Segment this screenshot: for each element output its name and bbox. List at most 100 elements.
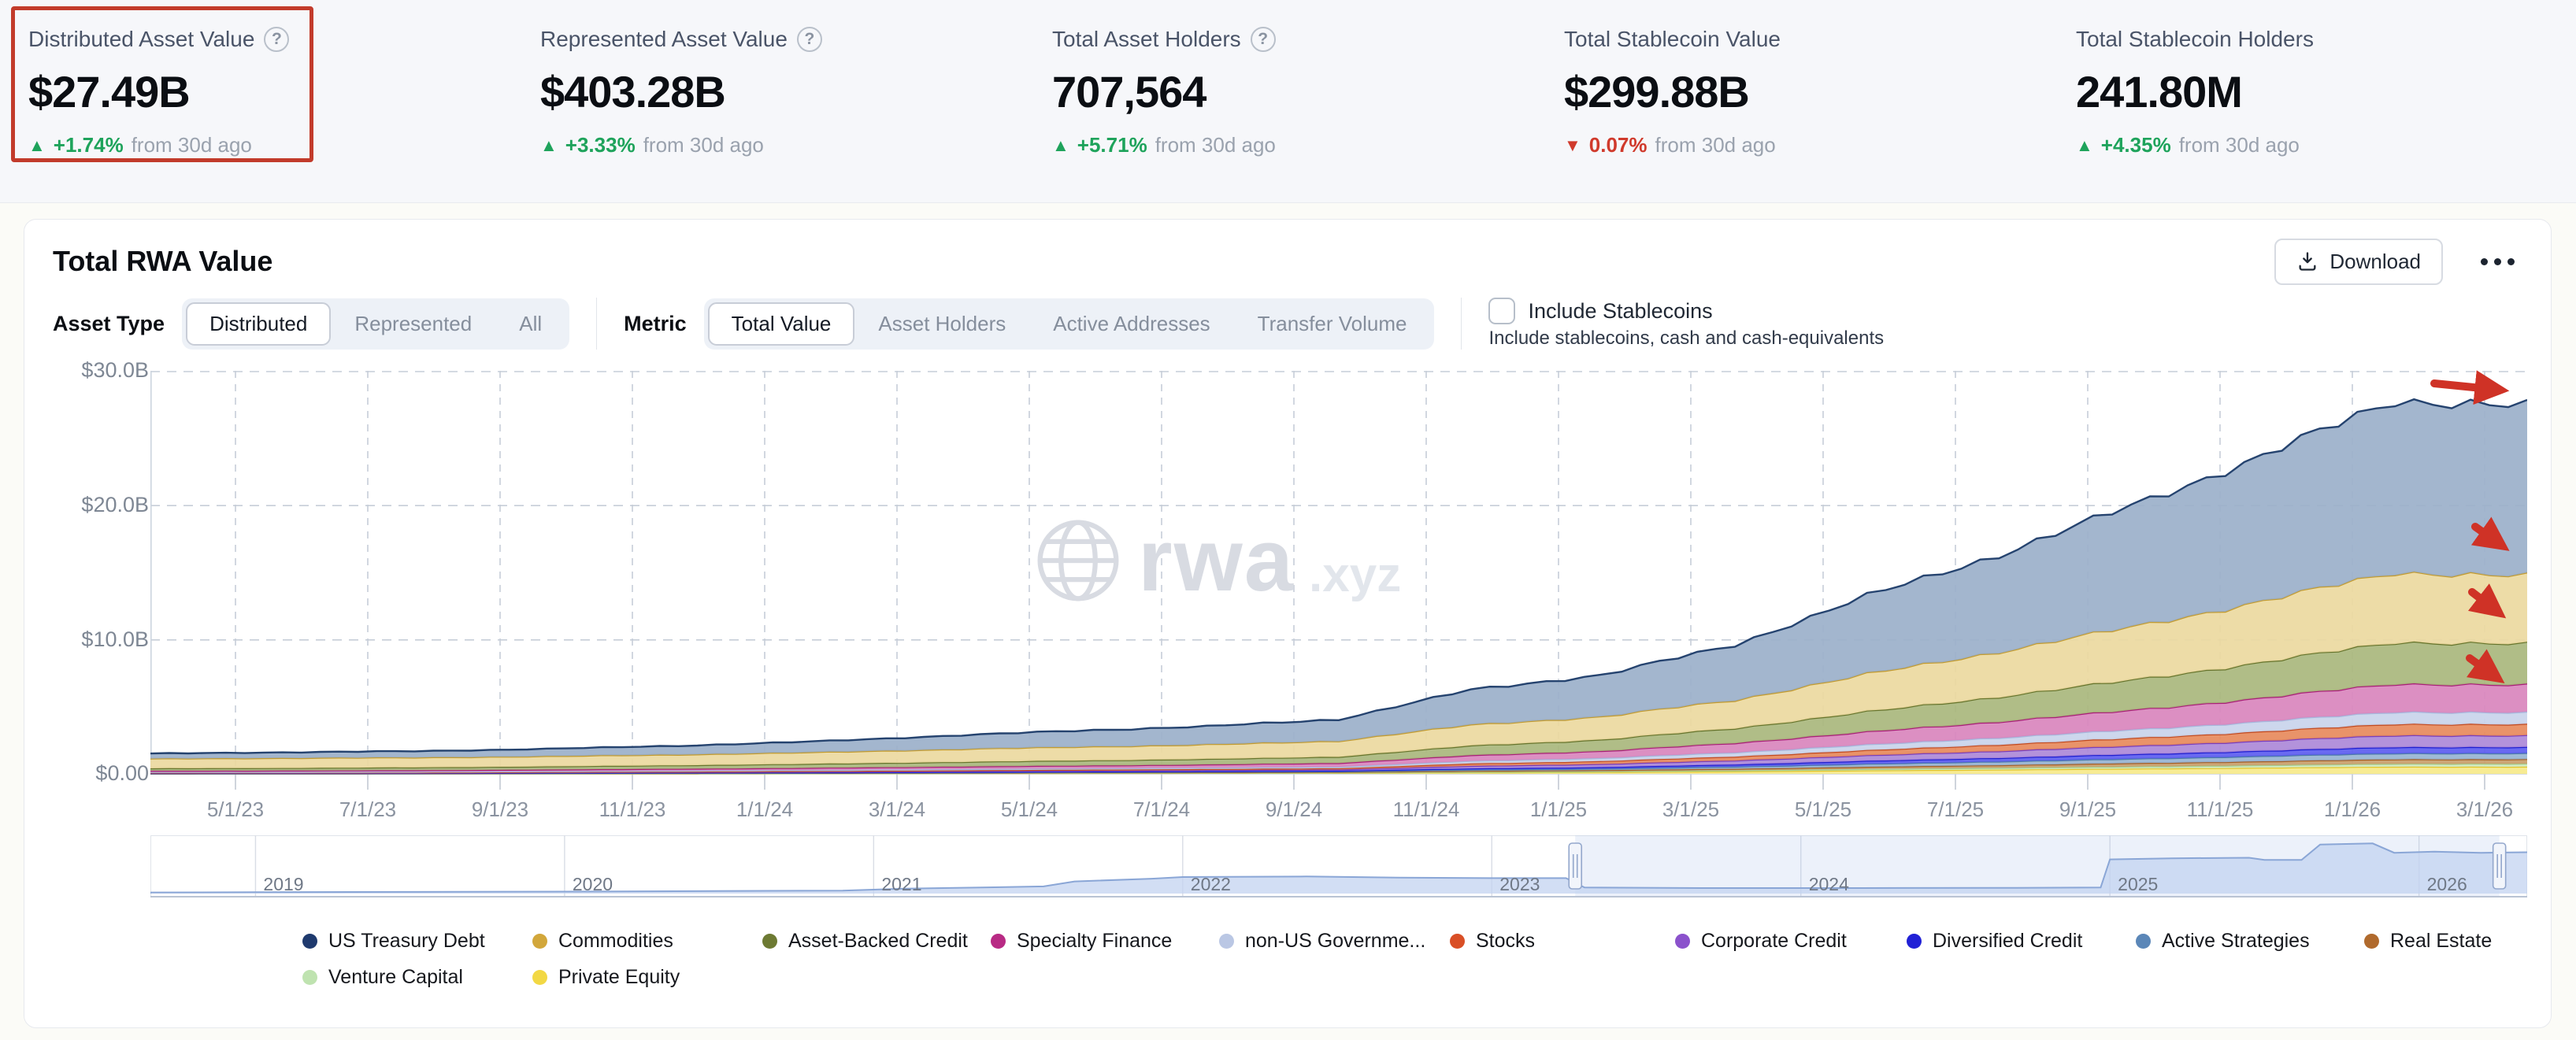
asset-type-option-represented[interactable]: Represented bbox=[331, 302, 495, 346]
legend-swatch bbox=[532, 934, 547, 949]
chart-title: Total RWA Value bbox=[53, 245, 272, 278]
stats-strip: Distributed Asset Value ? $27.49B ▲ +1.7… bbox=[0, 0, 2576, 203]
legend-label: Private Equity bbox=[558, 966, 680, 989]
legend-swatch bbox=[302, 970, 317, 985]
legend-label: Active Strategies bbox=[2162, 930, 2310, 953]
legend-swatch bbox=[302, 934, 317, 949]
legend-label: Specialty Finance bbox=[1017, 930, 1172, 953]
brush-year-label: 2019 bbox=[263, 874, 303, 894]
time-range-brush[interactable]: 20192020202120222023202420252026 bbox=[150, 835, 2527, 900]
x-axis-tick-label: 3/1/26 bbox=[2418, 798, 2552, 822]
brush-year-label: 2021 bbox=[881, 874, 921, 894]
metric-option-active-addresses[interactable]: Active Addresses bbox=[1029, 302, 1233, 346]
stat-value: 707,564 bbox=[1052, 66, 1536, 117]
triangle-up-icon: ▲ bbox=[2076, 135, 2093, 156]
legend-item-real-estate[interactable]: Real Estate bbox=[2364, 930, 2492, 953]
legend-label: Venture Capital bbox=[328, 966, 463, 989]
stat-label: Total Stablecoin Holders bbox=[2076, 27, 2314, 52]
legend-item-active-strategies[interactable]: Active Strategies bbox=[2136, 930, 2310, 953]
legend-label: Stocks bbox=[1476, 930, 1535, 953]
legend-label: Diversified Credit bbox=[1933, 930, 2082, 953]
x-axis-tick-label: 7/1/24 bbox=[1095, 798, 1229, 822]
asset-type-option-distributed[interactable]: Distributed bbox=[186, 302, 331, 346]
metric-option-asset-holders[interactable]: Asset Holders bbox=[854, 302, 1029, 346]
x-axis-tick-label: 11/1/25 bbox=[2153, 798, 2287, 822]
x-axis-tick-label: 3/1/25 bbox=[1624, 798, 1758, 822]
include-stablecoins-checkbox[interactable] bbox=[1488, 298, 1515, 324]
legend-item-specialty-finance[interactable]: Specialty Finance bbox=[991, 930, 1172, 953]
legend-item-us-treasury-debt[interactable]: US Treasury Debt bbox=[302, 930, 485, 953]
brush-year-label: 2020 bbox=[573, 874, 613, 894]
x-axis-tick-label: 1/1/25 bbox=[1492, 798, 1625, 822]
legend-item-asset-backed-credit[interactable]: Asset-Backed Credit bbox=[762, 930, 968, 953]
brush-handle-left[interactable] bbox=[1569, 843, 1581, 889]
stat-label: Represented Asset Value bbox=[540, 27, 788, 52]
brush-year-label: 2024 bbox=[1809, 874, 1849, 894]
asset-type-segmented-control: Distributed Represented All bbox=[182, 298, 569, 350]
stat-card-total-asset-holders: Total Asset Holders ? 707,564 ▲ +5.71% f… bbox=[1024, 0, 1536, 202]
triangle-up-icon: ▲ bbox=[28, 135, 46, 156]
legend-swatch bbox=[2364, 934, 2379, 949]
y-axis-tick-label: $30.0B bbox=[32, 358, 149, 383]
metric-option-transfer-volume[interactable]: Transfer Volume bbox=[1234, 302, 1431, 346]
stat-value: 241.80M bbox=[2076, 66, 2559, 117]
legend-swatch bbox=[991, 934, 1006, 949]
legend-swatch bbox=[532, 970, 547, 985]
metric-option-total-value[interactable]: Total Value bbox=[708, 302, 855, 346]
ellipsis-icon bbox=[2481, 258, 2488, 265]
divider bbox=[596, 298, 597, 350]
stat-value: $299.88B bbox=[1564, 66, 2048, 117]
triangle-down-icon: ▼ bbox=[1564, 135, 1581, 156]
chart-card-header: Total RWA Value Download bbox=[53, 237, 2522, 286]
x-axis-tick-label: 11/1/24 bbox=[1359, 798, 1493, 822]
metric-segmented-control: Total Value Asset Holders Active Address… bbox=[704, 298, 1435, 350]
include-stablecoins-label: Include Stablecoins bbox=[1528, 299, 1712, 324]
legend-item-non-us-governme[interactable]: non-US Governme... bbox=[1219, 930, 1425, 953]
legend-swatch bbox=[1219, 934, 1234, 949]
stat-delta: ▲ +3.33% from 30d ago bbox=[540, 133, 1024, 157]
legend-label: Commodities bbox=[558, 930, 673, 953]
divider bbox=[1461, 298, 1462, 350]
stat-value: $27.49B bbox=[28, 66, 512, 117]
triangle-up-icon: ▲ bbox=[540, 135, 558, 156]
download-icon bbox=[2296, 250, 2318, 272]
metric-label: Metric bbox=[624, 312, 687, 336]
legend-item-stocks[interactable]: Stocks bbox=[1450, 930, 1535, 953]
brush-handle-right[interactable] bbox=[2493, 843, 2506, 889]
x-axis-tick-label: 11/1/23 bbox=[565, 798, 699, 822]
x-axis-tick-label: 7/1/25 bbox=[1888, 798, 2022, 822]
include-stablecoins-toggle: Include Stablecoins Include stablecoins,… bbox=[1488, 298, 1884, 350]
x-axis-tick-label: 1/1/24 bbox=[698, 798, 832, 822]
legend-swatch bbox=[1450, 934, 1465, 949]
x-axis-tick-label: 5/1/24 bbox=[962, 798, 1096, 822]
stat-delta: ▲ +4.35% from 30d ago bbox=[2076, 133, 2559, 157]
stat-delta: ▲ +5.71% from 30d ago bbox=[1052, 133, 1536, 157]
asset-type-option-all[interactable]: All bbox=[495, 302, 565, 346]
help-icon[interactable]: ? bbox=[1251, 27, 1276, 52]
stat-label: Total Asset Holders bbox=[1052, 27, 1241, 52]
help-icon[interactable]: ? bbox=[264, 27, 289, 52]
legend-item-corporate-credit[interactable]: Corporate Credit bbox=[1675, 930, 1847, 953]
legend-swatch bbox=[2136, 934, 2151, 949]
total-rwa-value-card: Total RWA Value Download Asset Type Dist… bbox=[24, 219, 2552, 1028]
legend-item-diversified-credit[interactable]: Diversified Credit bbox=[1907, 930, 2082, 953]
legend-item-commodities[interactable]: Commodities bbox=[532, 930, 673, 953]
asset-type-label: Asset Type bbox=[53, 312, 165, 336]
x-axis-tick-label: 9/1/23 bbox=[433, 798, 567, 822]
stat-delta: ▼ 0.07% from 30d ago bbox=[1564, 133, 2048, 157]
legend-item-venture-capital[interactable]: Venture Capital bbox=[302, 966, 463, 989]
stat-value: $403.28B bbox=[540, 66, 1024, 117]
stacked-area-chart[interactable] bbox=[150, 371, 2527, 796]
x-axis-tick-label: 7/1/23 bbox=[301, 798, 435, 822]
x-axis-tick-label: 3/1/24 bbox=[830, 798, 964, 822]
stat-card-distributed-asset-value: Distributed Asset Value ? $27.49B ▲ +1.7… bbox=[0, 0, 512, 202]
more-options-button[interactable] bbox=[2473, 250, 2522, 273]
legend-item-private-equity[interactable]: Private Equity bbox=[532, 966, 680, 989]
x-axis-tick-label: 9/1/25 bbox=[2021, 798, 2155, 822]
help-icon[interactable]: ? bbox=[797, 27, 822, 52]
stat-card-represented-asset-value: Represented Asset Value ? $403.28B ▲ +3.… bbox=[512, 0, 1024, 202]
brush-year-label: 2022 bbox=[1191, 874, 1231, 894]
stat-card-total-stablecoin-holders: Total Stablecoin Holders 241.80M ▲ +4.35… bbox=[2048, 0, 2559, 202]
y-axis-tick-label: $20.0B bbox=[32, 493, 149, 517]
download-button[interactable]: Download bbox=[2274, 239, 2443, 285]
